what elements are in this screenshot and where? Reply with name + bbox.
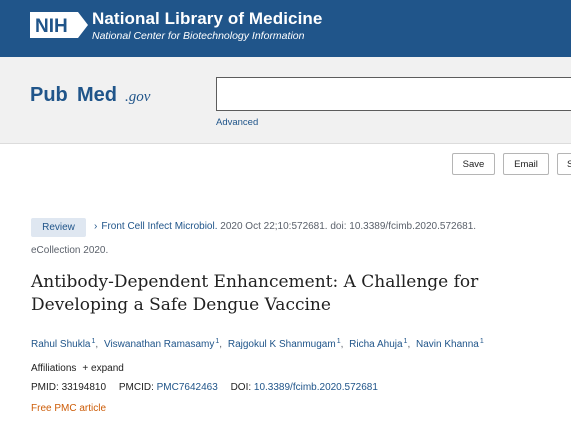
- pmid-value: 33194810: [61, 382, 107, 393]
- author-link[interactable]: Viswanathan Ramasamy: [104, 339, 214, 350]
- author-separator: ,: [219, 339, 223, 350]
- nih-logo-text: NIH: [35, 16, 68, 37]
- pubmed-logo[interactable]: Pub Med .gov: [30, 82, 170, 112]
- journal-link[interactable]: Front Cell Infect Microbiol.: [101, 221, 217, 232]
- affiliations-row: Affiliations + expand: [31, 363, 124, 374]
- pmcid-link[interactable]: PMC7642463: [157, 382, 218, 393]
- author-link[interactable]: Rajgokul K Shanmugam: [228, 339, 336, 350]
- chevron-right-icon: ›: [94, 221, 98, 232]
- nih-logo[interactable]: NIH: [30, 8, 88, 42]
- expand-affiliations-button[interactable]: + expand: [82, 363, 123, 374]
- pmid-label: PMID:: [31, 382, 59, 393]
- doi-label: DOI:: [230, 382, 252, 393]
- search-bar: Pub Med .gov Advanced: [0, 57, 571, 144]
- pmcid-label: PMCID:: [118, 382, 154, 393]
- send-to-button[interactable]: S: [557, 153, 571, 175]
- pubmed-logo-gov: .gov: [125, 89, 151, 105]
- article-title: Antibody-Dependent Enhancement: A Challe…: [31, 272, 479, 315]
- doi-link[interactable]: 10.3389/fcimb.2020.572681: [254, 382, 378, 393]
- search-input[interactable]: [216, 77, 571, 111]
- author-link[interactable]: Richa Ahuja: [349, 339, 402, 350]
- advanced-search-link[interactable]: Advanced: [216, 117, 258, 128]
- publication-type-badge: Review: [31, 218, 86, 237]
- author-separator: ,: [95, 339, 99, 350]
- citation-line: › Front Cell Infect Microbiol. 2020 Oct 2…: [94, 221, 476, 232]
- save-button[interactable]: Save: [452, 153, 495, 175]
- email-button[interactable]: Email: [503, 153, 549, 175]
- free-pmc-article-label: Free PMC article: [31, 403, 107, 414]
- ncbi-subtitle: National Center for Biotechnology Inform…: [92, 30, 305, 42]
- author-separator: ,: [340, 339, 344, 350]
- identifiers-row: PMID: 33194810 PMCID: PMC7642463 DOI: 10…: [31, 382, 378, 393]
- author-link[interactable]: Navin Khanna: [416, 339, 479, 350]
- author-link[interactable]: Rahul Shukla: [31, 339, 90, 350]
- nih-banner: NIH National Library of Medicine Nationa…: [0, 0, 571, 57]
- affiliation-ref[interactable]: 1: [480, 338, 484, 345]
- author-list: Rahul Shukla1, Viswanathan Ramasamy1, Ra…: [31, 338, 484, 350]
- author-separator: ,: [407, 339, 411, 350]
- pubmed-logo-pub: Pub: [30, 84, 68, 106]
- nlm-title[interactable]: National Library of Medicine: [92, 9, 322, 29]
- affiliations-label: Affiliations: [31, 363, 77, 374]
- pubmed-logo-med: Med: [77, 84, 117, 106]
- citation-details: 2020 Oct 22;10:572681. doi: 10.3389/fcim…: [217, 221, 477, 232]
- ecollection-text: eCollection 2020.: [31, 245, 109, 256]
